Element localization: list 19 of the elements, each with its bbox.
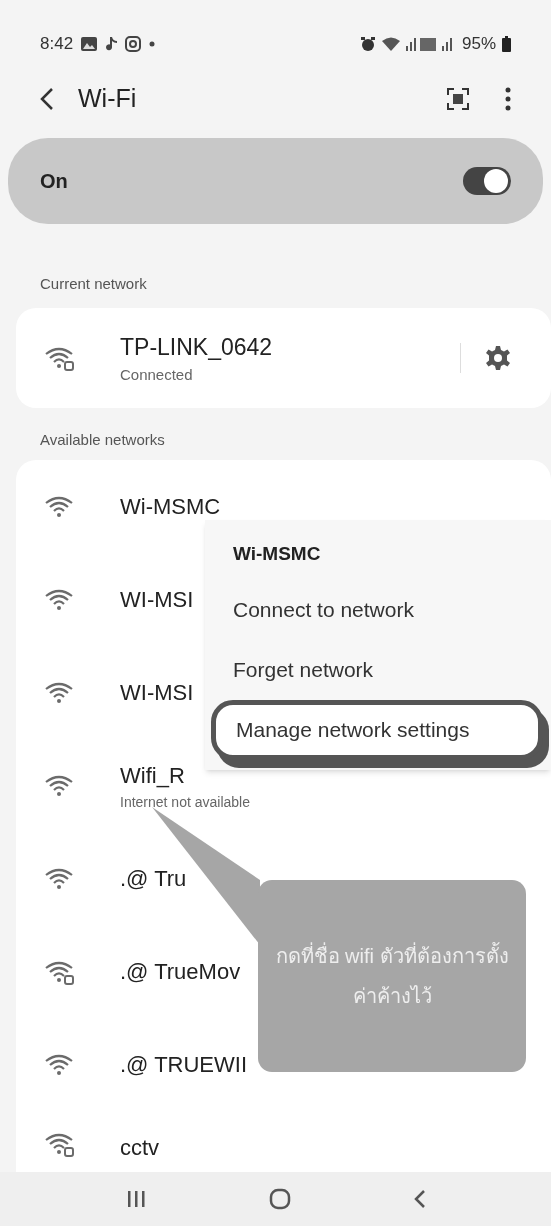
network-name: .@ TRUEWII — [120, 1051, 248, 1079]
battery-percent: 95% — [461, 33, 496, 56]
menu-title: Wi-MSMC — [233, 541, 322, 566]
network-name: .@ Tru — [120, 865, 187, 893]
switch-label: On — [40, 169, 68, 194]
network-name: Wifi_R — [120, 761, 186, 790]
network-name: .@ TrueMov — [120, 958, 241, 986]
network-name: TP-LINK_0642 — [120, 332, 274, 362]
section-title: Current network — [40, 275, 147, 292]
status-time: 8:42 — [40, 33, 74, 56]
network-name: Wi-MSMC — [120, 493, 221, 521]
network-name: cctv — [120, 1134, 160, 1162]
network-name: WI-MSI — [120, 679, 194, 707]
network-name: WI-MSI — [120, 586, 194, 614]
network-status: Internet not available — [120, 792, 250, 812]
callout-text: กดที่ชื่อ wifi ตัวที่ต้องการตั้งค่าค้างไว้ — [274, 936, 510, 1016]
section-title: Available networks — [40, 431, 165, 448]
network-status: Connected — [120, 365, 194, 385]
page-title: Wi-Fi — [78, 83, 137, 115]
